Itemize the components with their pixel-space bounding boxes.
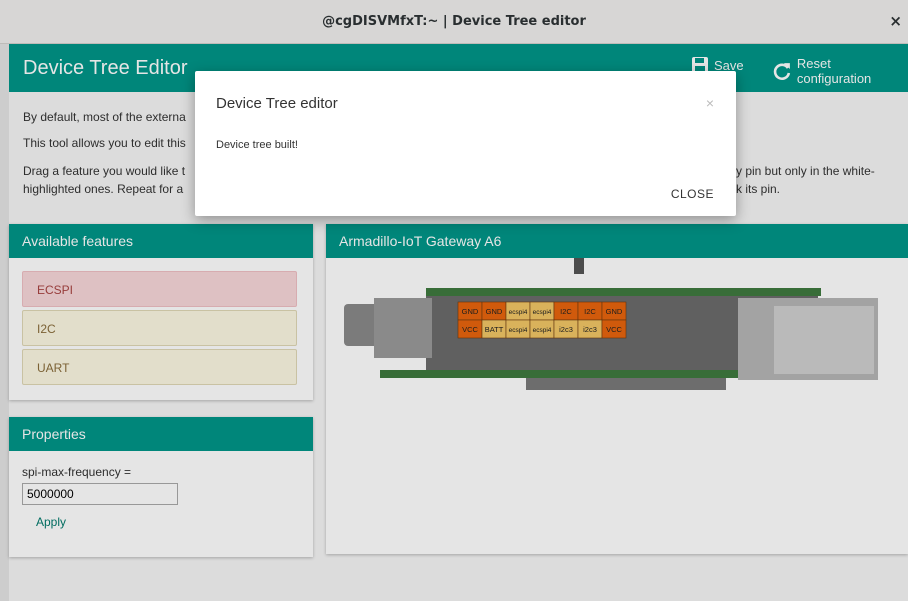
dialog-close-icon[interactable]: ×	[706, 95, 714, 111]
notification-dialog: Device Tree editor × Device tree built! …	[195, 71, 736, 216]
dialog-message: Device tree built!	[216, 139, 298, 151]
dialog-close-button[interactable]: CLOSE	[671, 187, 714, 201]
dialog-title: Device Tree editor	[216, 95, 338, 112]
